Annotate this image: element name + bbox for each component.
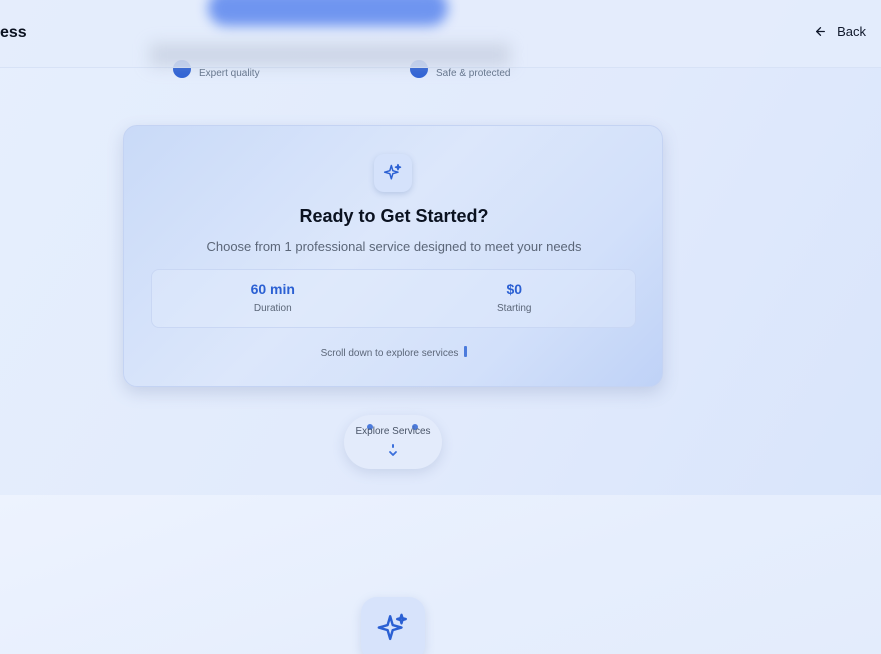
scroll-hint-text: Scroll down to explore services: [320, 348, 459, 359]
feature-label: Safe & protected: [436, 67, 511, 79]
stat-value: $0: [506, 281, 523, 297]
stat-value: 60 min: [250, 281, 295, 297]
scroll-hint: Scroll down to explore services: [124, 346, 664, 359]
stat-label: Starting: [497, 303, 532, 314]
header-blurred-element: [208, 0, 448, 26]
services-section: [0, 495, 881, 654]
arrow-left-icon: [816, 27, 826, 36]
explore-services-button[interactable]: Explore Services: [344, 415, 442, 469]
scroll-indicator-icon: [464, 346, 468, 357]
back-button-label: Back: [837, 24, 866, 39]
stats-box: 60 min Duration $0 Starting: [151, 269, 636, 328]
get-started-card: Ready to Get Started? Choose from 1 prof…: [123, 125, 663, 387]
header-blurred-strip: [150, 44, 510, 66]
stat-starting-price: $0 Starting: [394, 270, 636, 327]
top-header: ess Back: [0, 0, 881, 68]
sparkles-icon: [374, 154, 412, 192]
card-title: Ready to Get Started?: [299, 206, 489, 226]
stat-label: Duration: [253, 303, 292, 314]
explore-services-label: Explore Services: [355, 426, 431, 437]
stat-duration: 60 min Duration: [152, 270, 394, 327]
sparkles-icon: [361, 597, 425, 654]
card-subtitle: Choose from 1 professional service desig…: [206, 239, 582, 254]
arrow-down-icon: [389, 444, 397, 456]
back-button[interactable]: Back: [814, 24, 866, 39]
page-title: ess: [0, 24, 27, 41]
feature-label: Expert quality: [199, 67, 260, 79]
